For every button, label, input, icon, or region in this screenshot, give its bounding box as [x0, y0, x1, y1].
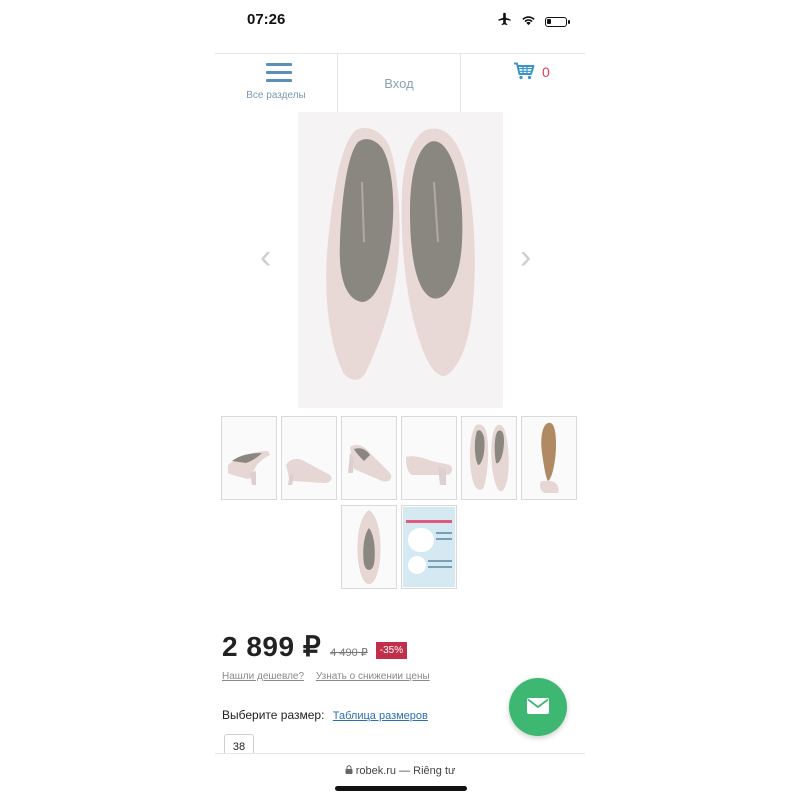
cart-icon — [513, 62, 535, 85]
found-cheaper-link[interactable]: Нашли дешевле? — [222, 671, 304, 682]
size-selector: Выберите размер: Таблица размеров — [222, 708, 428, 722]
size-prompt: Выберите размер: — [222, 708, 325, 722]
wifi-icon — [521, 13, 536, 31]
home-indicator[interactable] — [335, 786, 467, 791]
hamburger-menu-icon — [266, 63, 292, 87]
thumbnail-2[interactable] — [281, 416, 337, 500]
next-image-arrow-icon[interactable]: › — [520, 240, 531, 274]
discount-badge: -35% — [375, 642, 408, 659]
browser-url-bar[interactable]: robek.ru — Riêng tư — [215, 753, 585, 801]
thumbnail-5[interactable] — [461, 416, 517, 500]
status-icons — [497, 12, 570, 31]
login-label: Вход — [384, 76, 414, 91]
cart-button[interactable]: 0 — [461, 54, 585, 112]
old-price: 4 490 ₽ — [330, 647, 368, 659]
price-row: 2 899 ₽ 4 490 ₽ -35% — [222, 630, 408, 663]
airplane-icon — [497, 12, 512, 31]
current-price: 2 899 ₽ — [222, 631, 322, 662]
thumbnail-7[interactable] — [341, 505, 397, 589]
url-text: robek.ru — Riêng tư — [215, 765, 585, 777]
thumbnail-3[interactable] — [341, 416, 397, 500]
all-sections-label: Все разделы — [246, 90, 306, 101]
price-drop-notify-link[interactable]: Узнать о снижении цены — [316, 671, 430, 682]
battery-level — [547, 18, 551, 24]
site-nav: Все разделы Вход 0 — [215, 53, 585, 112]
status-time: 07:26 — [247, 11, 286, 28]
thumbnail-8[interactable] — [401, 505, 457, 589]
size-table-link[interactable]: Таблица размеров — [333, 710, 428, 722]
message-button[interactable] — [509, 678, 567, 736]
prev-image-arrow-icon[interactable]: ‹ — [260, 240, 271, 274]
battery-icon — [545, 16, 570, 27]
thumbnail-6[interactable] — [521, 416, 577, 500]
url-label: robek.ru — Riêng tư — [355, 765, 456, 777]
thumbnail-1[interactable] — [221, 416, 277, 500]
phone-screen: 07:26 Все разделы Вход 0 ‹ › 2 899 ₽ 4 4… — [215, 0, 585, 801]
login-button[interactable]: Вход — [338, 54, 461, 112]
all-sections-button[interactable]: Все разделы — [215, 54, 338, 112]
product-main-image[interactable] — [298, 112, 503, 408]
lock-icon — [345, 765, 356, 777]
price-links: Нашли дешевле? Узнать о снижении цены — [222, 671, 439, 682]
cart-count: 0 — [542, 64, 550, 80]
thumbnail-4[interactable] — [401, 416, 457, 500]
